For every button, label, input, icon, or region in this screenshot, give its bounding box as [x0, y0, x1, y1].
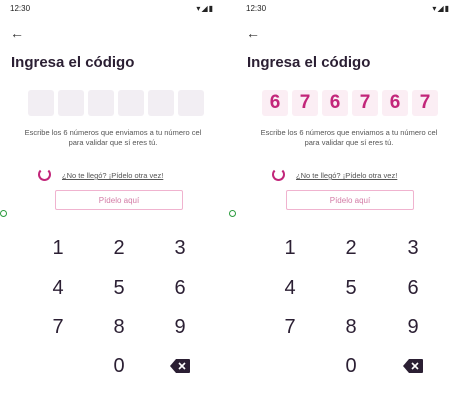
- key-8[interactable]: 8: [331, 313, 371, 341]
- key-4[interactable]: 4: [270, 274, 310, 302]
- code-digit-box[interactable]: [178, 90, 204, 116]
- code-input[interactable]: 6 7 6 7 6 7: [262, 90, 438, 116]
- key-9[interactable]: 9: [160, 313, 200, 341]
- code-digit-box[interactable]: [88, 90, 114, 116]
- code-digit-box[interactable]: 7: [352, 90, 378, 116]
- key-6[interactable]: 6: [393, 274, 433, 302]
- back-arrow-icon[interactable]: ←: [10, 26, 24, 40]
- key-3[interactable]: 3: [393, 234, 433, 262]
- resend-link[interactable]: ¿No te llegó? ¡Pídelo otra vez!: [62, 171, 163, 180]
- key-9[interactable]: 9: [393, 313, 433, 341]
- page-title: Ingresa el código: [11, 54, 135, 71]
- code-digit-box[interactable]: [148, 90, 174, 116]
- key-1[interactable]: 1: [270, 234, 310, 262]
- resend-link[interactable]: ¿No te llegó? ¡Pídelo otra vez!: [296, 171, 397, 180]
- focus-indicator-dot: [0, 210, 7, 217]
- page-title: Ingresa el código: [247, 54, 371, 71]
- instruction-text: Escribe los 6 números que enviamos a tu …: [260, 128, 438, 147]
- backspace-icon[interactable]: [170, 359, 190, 373]
- key-8[interactable]: 8: [99, 313, 139, 341]
- code-digit-box[interactable]: 6: [262, 90, 288, 116]
- key-5[interactable]: 5: [99, 274, 139, 302]
- key-2[interactable]: 2: [331, 234, 371, 262]
- ask-again-button[interactable]: Pídelo aquí: [55, 190, 183, 210]
- key-3[interactable]: 3: [160, 234, 200, 262]
- code-digit-box[interactable]: [28, 90, 54, 116]
- key-7[interactable]: 7: [270, 313, 310, 341]
- ask-again-button[interactable]: Pídelo aquí: [286, 190, 414, 210]
- status-icons: ▾◢▮: [432, 4, 450, 13]
- key-2[interactable]: 2: [99, 234, 139, 262]
- key-5[interactable]: 5: [331, 274, 371, 302]
- key-4[interactable]: 4: [38, 274, 78, 302]
- loading-spinner-icon: [38, 168, 51, 181]
- status-bar: 12:30 ▾◢▮: [10, 4, 214, 16]
- key-0[interactable]: 0: [331, 352, 371, 380]
- status-time: 12:30: [246, 4, 267, 13]
- code-digit-box[interactable]: 7: [292, 90, 318, 116]
- key-6[interactable]: 6: [160, 274, 200, 302]
- status-time: 12:30: [10, 4, 31, 13]
- code-digit-box[interactable]: 7: [412, 90, 438, 116]
- code-digit-box[interactable]: 6: [382, 90, 408, 116]
- verification-screen-empty: 12:30 ▾◢▮ ← Ingresa el código Escribe lo…: [0, 0, 226, 407]
- backspace-icon[interactable]: [403, 359, 423, 373]
- status-icons: ▾◢▮: [196, 4, 214, 13]
- back-arrow-icon[interactable]: ←: [246, 26, 260, 40]
- code-digit-box[interactable]: 6: [322, 90, 348, 116]
- key-7[interactable]: 7: [38, 313, 78, 341]
- verification-screen-filled: 12:30 ▾◢▮ ← Ingresa el código 6 7 6 7 6 …: [236, 0, 462, 407]
- focus-indicator-dot: [229, 210, 236, 217]
- code-digit-box[interactable]: [58, 90, 84, 116]
- instruction-text: Escribe los 6 números que enviamos a tu …: [24, 128, 202, 147]
- key-0[interactable]: 0: [99, 352, 139, 380]
- code-digit-box[interactable]: [118, 90, 144, 116]
- loading-spinner-icon: [272, 168, 285, 181]
- code-input[interactable]: [28, 90, 204, 116]
- key-1[interactable]: 1: [38, 234, 78, 262]
- status-bar: 12:30 ▾◢▮: [246, 4, 450, 16]
